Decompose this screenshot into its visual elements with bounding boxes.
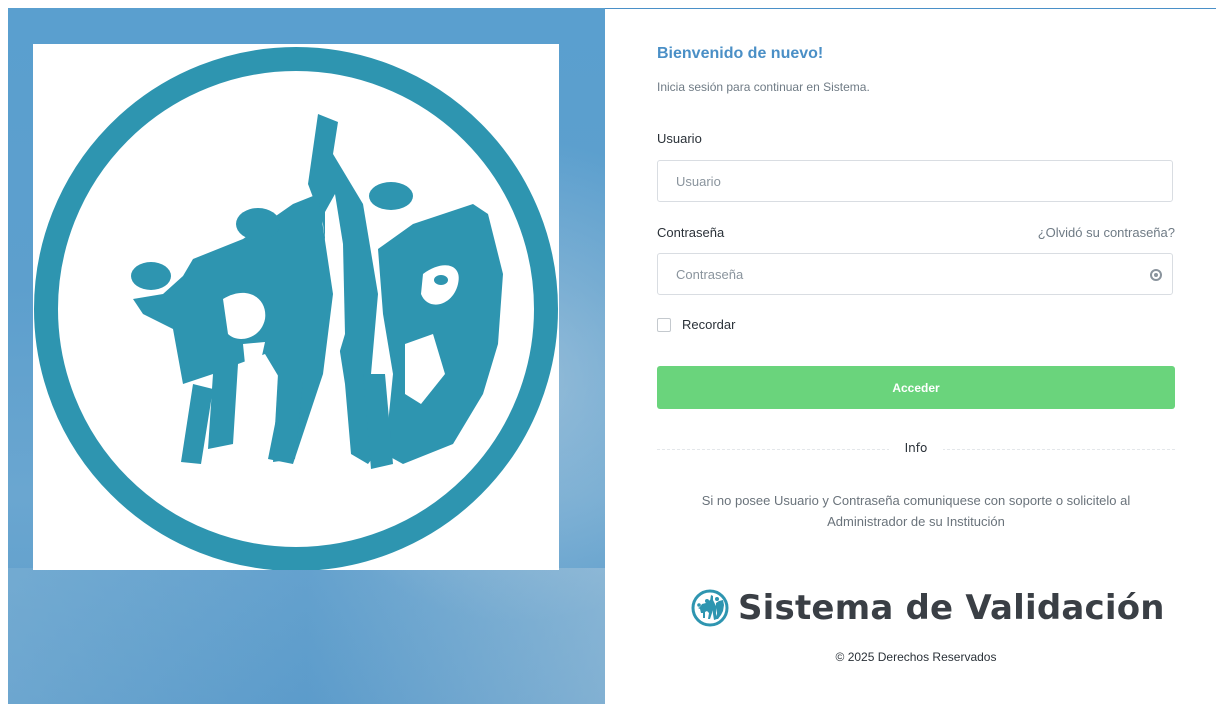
submit-button[interactable]: Acceder — [657, 366, 1175, 409]
institution-logo-small-icon — [691, 589, 729, 627]
remember-label[interactable]: Recordar — [682, 317, 735, 332]
hero-logo-card — [33, 44, 559, 570]
hero-background-shade-bottom — [8, 568, 605, 704]
remember-checkbox[interactable] — [657, 317, 671, 332]
password-label: Contraseña — [657, 225, 725, 240]
login-panel: Bienvenido de nuevo! Inicia sesión para … — [657, 0, 1175, 704]
copyright-text: © 2025 Derechos Reservados — [835, 650, 997, 664]
hero-panel — [8, 8, 605, 704]
brand: Sistema de Validación — [690, 588, 1165, 628]
username-label: Usuario — [657, 131, 702, 146]
eye-icon[interactable] — [1149, 268, 1163, 282]
info-text: Si no posee Usuario y Contraseña comuniq… — [657, 490, 1175, 532]
forgot-password-link[interactable]: ¿Olvidó su contraseña? — [1038, 225, 1175, 240]
welcome-heading: Bienvenido de nuevo! — [657, 45, 824, 62]
remember-me-row: Recordar — [657, 317, 735, 332]
login-page: Bienvenido de nuevo! Inicia sesión para … — [0, 0, 1216, 704]
info-text-line: Administrador de su Institución — [827, 514, 1005, 529]
password-input[interactable] — [657, 253, 1173, 295]
username-input[interactable] — [657, 160, 1173, 202]
info-text-line: Si no posee Usuario y Contraseña comuniq… — [701, 493, 1131, 508]
welcome-subtitle: Inicia sesión para continuar en Sistema. — [657, 80, 870, 94]
institution-logo-icon — [34, 47, 558, 570]
brand-name: Sistema de Validación — [738, 588, 1165, 628]
info-divider-label: Info — [889, 441, 943, 455]
